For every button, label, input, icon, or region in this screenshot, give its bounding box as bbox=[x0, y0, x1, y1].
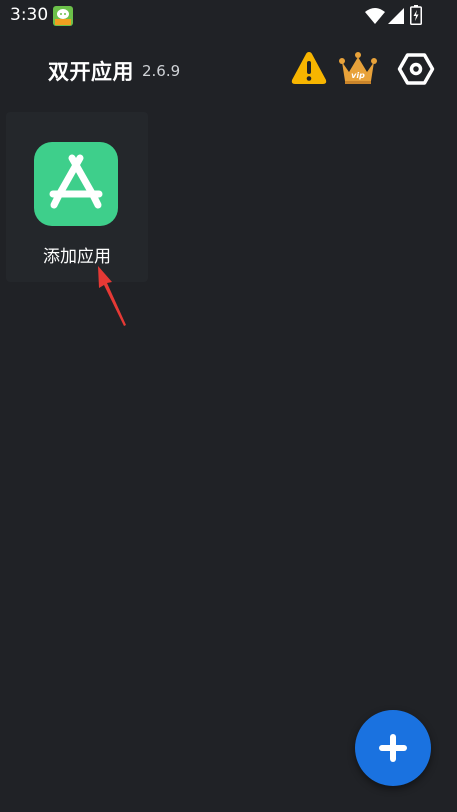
screen: 3:30 双开应用 2.6.9 vip 添加应用 bbox=[0, 0, 457, 812]
app-header: 双开应用 2.6.9 vip bbox=[0, 40, 457, 100]
status-bar: 3:30 bbox=[0, 0, 457, 32]
app-version: 2.6.9 bbox=[142, 62, 181, 80]
add-app-tile[interactable]: 添加应用 bbox=[6, 112, 148, 282]
warning-button[interactable] bbox=[290, 50, 328, 86]
app-store-icon bbox=[34, 142, 118, 226]
cellular-icon bbox=[388, 8, 404, 24]
battery-icon bbox=[410, 5, 422, 25]
warning-icon bbox=[291, 52, 327, 84]
add-fab-button[interactable] bbox=[355, 710, 431, 786]
settings-button[interactable] bbox=[397, 50, 435, 88]
status-time: 3:30 bbox=[10, 5, 49, 25]
app-title: 双开应用 bbox=[48, 60, 134, 84]
plus-icon bbox=[379, 734, 407, 762]
vip-crown-icon: vip bbox=[339, 52, 377, 84]
notification-app-icon bbox=[53, 6, 73, 26]
settings-hexagon-icon bbox=[397, 53, 435, 85]
red-arrow-annotation bbox=[98, 266, 126, 326]
vip-button[interactable]: vip bbox=[337, 50, 379, 86]
wifi-icon bbox=[365, 8, 385, 24]
vip-badge-text: vip bbox=[351, 71, 365, 80]
